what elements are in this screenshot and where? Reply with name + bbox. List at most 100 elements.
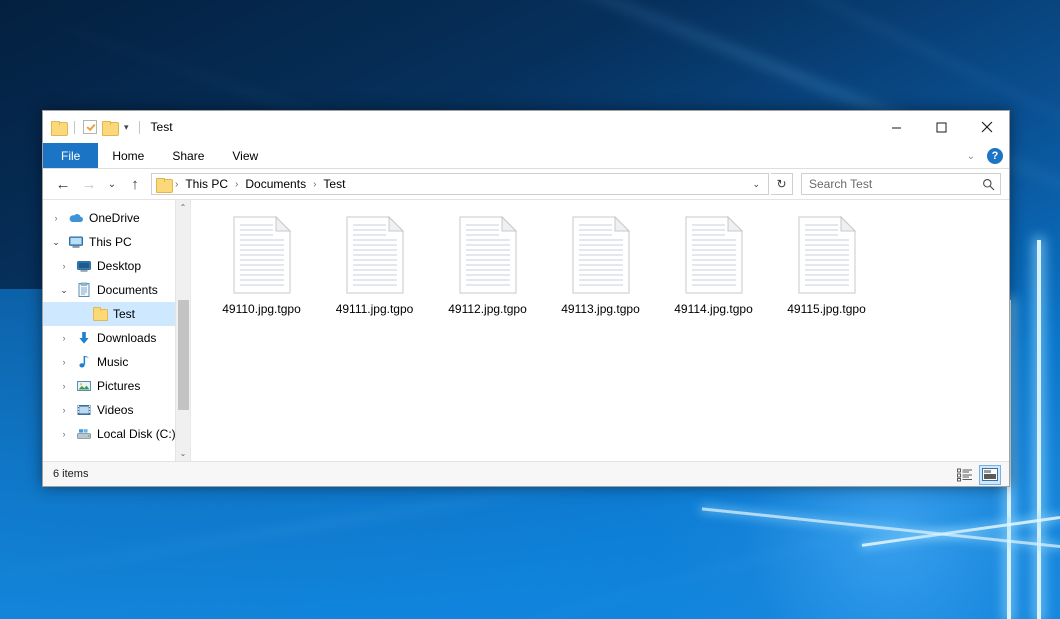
maximize-button[interactable] <box>919 111 964 143</box>
ribbon-right-controls: ⌄ ? <box>963 143 1003 169</box>
file-item[interactable]: 49114.jpg.tgpo <box>657 212 770 322</box>
file-name: 49115.jpg.tgpo <box>787 302 866 316</box>
folder-tree: › OneDrive ⌄ <box>43 200 190 446</box>
minimize-icon <box>891 122 902 133</box>
sidebar-item-videos[interactable]: › <box>43 398 190 422</box>
navigation-pane: › OneDrive ⌄ <box>43 200 191 461</box>
search-input[interactable] <box>807 176 982 192</box>
chevron-right-icon[interactable]: › <box>57 357 71 367</box>
recent-locations-button[interactable]: ⌄ <box>103 172 121 196</box>
file-list-view[interactable]: 49110.jpg.tgpo <box>191 200 1009 461</box>
minimize-button[interactable] <box>874 111 919 143</box>
folder-icon <box>156 178 171 191</box>
document-icon <box>231 216 293 294</box>
file-name: 49110.jpg.tgpo <box>222 302 301 316</box>
close-icon <box>981 121 993 133</box>
folder-icon[interactable] <box>51 121 66 134</box>
chevron-right-icon[interactable]: › <box>57 261 71 271</box>
sidebar-item-label: This PC <box>89 235 132 249</box>
sidebar-item-downloads[interactable]: › Downloads <box>43 326 190 350</box>
document-icon <box>457 216 519 294</box>
sidebar-scrollbar[interactable]: ⌃ ⌄ <box>175 200 190 461</box>
breadcrumb-this-pc[interactable]: This PC <box>182 177 231 191</box>
scroll-up-button[interactable]: ⌃ <box>176 200 191 215</box>
chevron-right-icon[interactable]: › <box>49 213 63 223</box>
chevron-down-icon[interactable]: ⌄ <box>57 285 71 296</box>
breadcrumb-documents[interactable]: Documents <box>242 177 309 191</box>
address-bar-row: ← → ⌄ ↑ › This PC › Documents › Test ⌄ ↻ <box>43 169 1009 199</box>
up-button[interactable]: ↑ <box>123 172 147 196</box>
file-item[interactable]: 49115.jpg.tgpo <box>770 212 883 322</box>
chevron-down-icon[interactable]: ⌄ <box>49 237 63 248</box>
forward-button[interactable]: → <box>77 172 101 196</box>
toolbar-separator <box>139 121 140 134</box>
chevron-down-icon[interactable]: ⌄ <box>748 179 764 190</box>
document-icon <box>344 216 406 294</box>
file-grid: 49110.jpg.tgpo <box>205 212 999 322</box>
videos-icon <box>76 402 92 418</box>
breadcrumb-separator: › <box>312 179 317 190</box>
sidebar-item-label: Test <box>113 307 135 321</box>
sidebar-item-label: Music <box>97 355 128 369</box>
sidebar-item-label: Videos <box>97 403 133 417</box>
file-name: 49111.jpg.tgpo <box>336 302 414 316</box>
folder-icon <box>92 306 108 322</box>
file-item[interactable]: 49113.jpg.tgpo <box>544 212 657 322</box>
desktop-wallpaper: ▾ Test <box>0 0 1060 619</box>
sidebar-item-label: Desktop <box>97 259 141 273</box>
breadcrumb-separator: › <box>174 179 179 190</box>
tab-view[interactable]: View <box>218 143 272 168</box>
window-title: Test <box>151 120 173 134</box>
sidebar-item-local-disk-c[interactable]: › Local Disk (C:) <box>43 422 190 446</box>
chevron-right-icon[interactable]: › <box>57 381 71 391</box>
scrollbar-thumb[interactable] <box>178 300 189 410</box>
music-icon <box>76 354 92 370</box>
sidebar-item-pictures[interactable]: › Pictures <box>43 374 190 398</box>
chevron-right-icon[interactable]: › <box>57 405 71 415</box>
drive-icon <box>76 426 92 442</box>
windows-logo-pane-edge <box>1037 240 1041 619</box>
scroll-down-button[interactable]: ⌄ <box>176 446 191 461</box>
sidebar-item-onedrive[interactable]: › OneDrive <box>43 206 190 230</box>
details-view-button[interactable] <box>954 465 976 485</box>
view-mode-buttons <box>954 462 1001 487</box>
window-body: › OneDrive ⌄ <box>43 199 1009 461</box>
sidebar-item-music[interactable]: › Music <box>43 350 190 374</box>
monitor-icon <box>68 234 84 250</box>
address-breadcrumb-bar[interactable]: › This PC › Documents › Test ⌄ <box>151 173 769 195</box>
pictures-icon <box>76 378 92 394</box>
document-icon <box>796 216 858 294</box>
back-button[interactable]: ← <box>51 172 75 196</box>
file-item[interactable]: 49112.jpg.tgpo <box>431 212 544 322</box>
file-name: 49112.jpg.tgpo <box>448 302 527 316</box>
sidebar-item-documents[interactable]: ⌄ Documents <box>43 278 190 302</box>
sidebar-item-test[interactable]: Test <box>43 302 190 326</box>
title-bar: ▾ Test <box>43 111 1009 143</box>
chevron-down-icon[interactable]: ▾ <box>122 123 131 132</box>
breadcrumb-test[interactable]: Test <box>320 177 348 191</box>
chevron-down-icon[interactable]: ⌄ <box>963 151 979 162</box>
chevron-right-icon[interactable]: › <box>57 429 71 439</box>
help-icon[interactable]: ? <box>987 148 1003 164</box>
desktop-icon <box>76 258 92 274</box>
file-item[interactable]: 49110.jpg.tgpo <box>205 212 318 322</box>
tab-file[interactable]: File <box>43 143 98 168</box>
sidebar-item-desktop[interactable]: › Desktop <box>43 254 190 278</box>
file-name: 49113.jpg.tgpo <box>561 302 640 316</box>
close-button[interactable] <box>964 111 1009 143</box>
new-folder-icon[interactable] <box>102 121 117 134</box>
large-icons-view-button[interactable] <box>979 465 1001 485</box>
search-box[interactable] <box>801 173 1001 195</box>
status-bar: 6 items <box>43 461 1009 486</box>
checkbox-check-icon[interactable] <box>83 120 97 134</box>
tab-share[interactable]: Share <box>158 143 218 168</box>
tab-home[interactable]: Home <box>98 143 158 168</box>
details-view-icon <box>957 468 973 482</box>
document-icon <box>683 216 745 294</box>
scrollbar-track[interactable] <box>176 215 191 446</box>
file-item[interactable]: 49111.jpg.tgpo <box>318 212 431 322</box>
sidebar-item-this-pc[interactable]: ⌄ This PC <box>43 230 190 254</box>
chevron-right-icon[interactable]: › <box>57 333 71 343</box>
download-icon <box>76 330 92 346</box>
refresh-button[interactable]: ↻ <box>771 173 793 195</box>
